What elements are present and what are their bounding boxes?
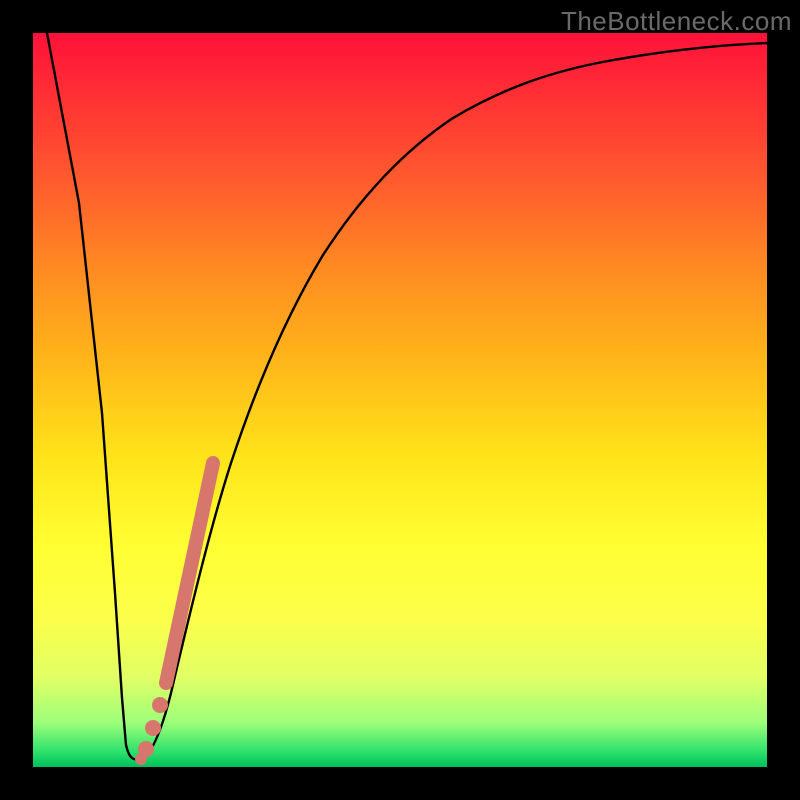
bottleneck-curve <box>47 33 767 760</box>
chart-frame: TheBottleneck.com <box>0 0 800 800</box>
marker-dot-a <box>152 697 168 713</box>
marker-highlight-band <box>166 463 213 683</box>
watermark-text: TheBottleneck.com <box>561 6 792 37</box>
marker-dot-d <box>135 753 147 765</box>
marker-dot-b <box>145 720 161 736</box>
curve-layer <box>33 33 767 767</box>
plot-area <box>33 33 767 767</box>
